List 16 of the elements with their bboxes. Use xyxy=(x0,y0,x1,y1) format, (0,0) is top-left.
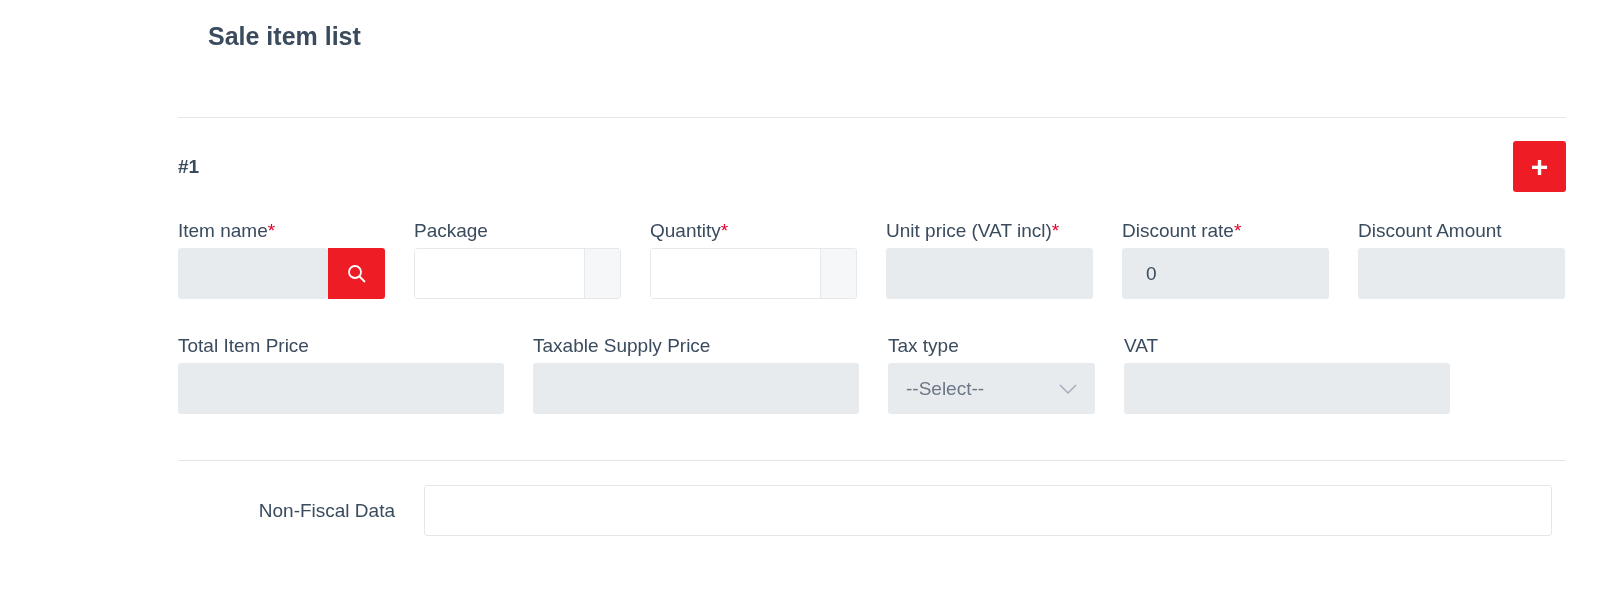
input-field[interactable]: 0 xyxy=(1122,248,1329,299)
add-button[interactable]: + xyxy=(1513,141,1566,192)
field-label: Item name* xyxy=(178,220,277,242)
field-label: Quantity* xyxy=(650,220,730,242)
select-field[interactable]: --Select-- xyxy=(888,363,1095,414)
field-label: VAT xyxy=(1124,335,1160,357)
field-label: Taxable Supply Price xyxy=(533,335,712,357)
item-number: #1 xyxy=(178,155,200,178)
field-label: Package xyxy=(414,220,489,242)
field-label: Non-Fiscal Data xyxy=(257,499,396,522)
field-label: Discount Amount xyxy=(1358,220,1503,242)
field-label: Discount rate* xyxy=(1122,220,1243,242)
field-label: Unit price (VAT incl)* xyxy=(886,220,1061,242)
field-label: Total Item Price xyxy=(178,335,310,357)
section-title: Sale item list xyxy=(208,22,361,51)
field-label: Tax type xyxy=(888,335,960,357)
